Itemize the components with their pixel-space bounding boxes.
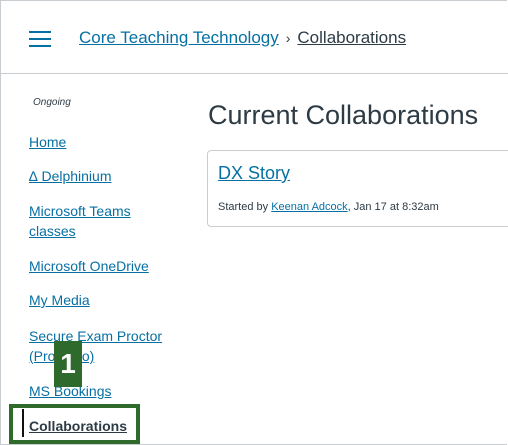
step-highlight-box [9,404,140,444]
author-link[interactable]: Keenan Adcock [271,201,347,213]
nav-item-delphinium[interactable]: ∆ Delphinium [29,166,179,186]
text-cursor-icon [22,409,24,437]
step-number-badge: 1 [54,341,82,387]
nav-item-ms-bookings[interactable]: MS Bookings [29,381,179,401]
breadcrumb-separator-icon: › [285,30,291,46]
nav-item-microsoft-onedrive[interactable]: Microsoft OneDrive [29,256,179,276]
nav-item-secure-exam-proctor[interactable]: Secure Exam Proctor (Proctorio) [29,326,179,366]
nav-item-my-media[interactable]: My Media [29,290,179,310]
collaboration-card: DX Story Started by Keenan Adcock, Jan 1… [207,150,508,227]
breadcrumb-course-link[interactable]: Core Teaching Technology [79,28,279,48]
page-title: Current Collaborations [208,100,479,130]
nav-subtitle: Ongoing [33,97,71,108]
breadcrumb: Core Teaching Technology › Collaboration… [79,28,406,48]
hamburger-menu-icon[interactable] [29,31,51,47]
started-by-label: Started by [218,201,272,213]
nav-item-microsoft-teams-classes[interactable]: Microsoft Teams classes [29,201,179,241]
nav-item-home[interactable]: Home [29,132,179,152]
course-header: Core Teaching Technology › Collaboration… [0,0,508,74]
collaboration-meta: Started by Keenan Adcock, Jan 17 at 8:32… [218,201,439,213]
breadcrumb-current[interactable]: Collaborations [297,28,406,48]
collaboration-date: , Jan 17 at 8:32am [347,201,439,213]
collaboration-title-link[interactable]: DX Story [218,163,290,184]
